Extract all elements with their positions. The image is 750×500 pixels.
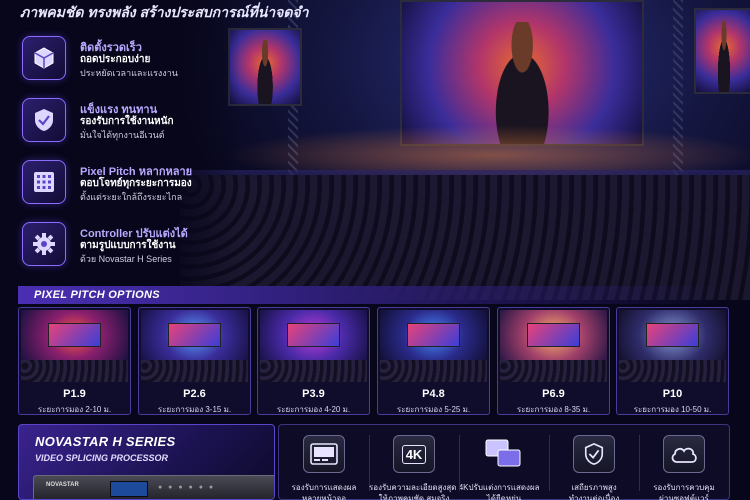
pitch-card-image	[500, 310, 607, 382]
pitch-card[interactable]: P2.6 ระยะการมอง 3-15 ม.	[138, 307, 251, 415]
crowd	[180, 175, 750, 300]
feature-pixel-pitch: Pixel Pitch หลากหลาย ตอบโจทย์ทุกระยะการม…	[22, 160, 222, 206]
feature-stability: เสถียรภาพสูง ทำงานต่อเนื่อง	[549, 425, 639, 500]
feature-subtitle: ถอดประกอบง่าย	[80, 54, 151, 65]
feature-line-2: ให้ภาพคมชัด สมจริง	[378, 494, 450, 500]
feature-multi-screen: รองรับการแสดงผล หลายหน้าจอ	[279, 425, 369, 500]
feature-software-control: รองรับการควบคุม ผ่านซอฟต์แวร์	[639, 425, 729, 500]
novastar-title: NOVASTAR H SERIES	[35, 434, 176, 449]
pitch-label: P1.9	[63, 388, 86, 400]
pitch-card[interactable]: P10 ระยะการมอง 10-50 ม.	[616, 307, 729, 415]
cloud-icon	[663, 435, 705, 473]
feature-desc: ด้วย Novastar H Series	[80, 254, 172, 264]
pitch-range: ระยะการมอง 2-10 ม.	[37, 405, 112, 414]
feature-subtitle: รองรับการใช้งานหนัก	[80, 116, 174, 127]
pitch-card[interactable]: P1.9 ระยะการมอง 2-10 ม.	[18, 307, 131, 415]
feature-quick-install: ติดตั้งรวดเร็ว ถอดประกอบง่าย ประหยัดเวลา…	[22, 36, 222, 82]
feature-flexible: ปรับแต่งการแสดงผล ได้ยืดหยุ่น	[459, 425, 549, 500]
pitch-label: P10	[662, 388, 683, 400]
device-brand: NOVASTAR	[46, 482, 79, 488]
gear-icon	[22, 222, 66, 266]
pitch-card-image	[260, 310, 367, 382]
shield-check-icon	[22, 98, 66, 142]
feature-4k: 4K รองรับความละเอียดสูงสุด 4K ให้ภาพคมชั…	[369, 425, 469, 500]
led-screen-right	[694, 8, 750, 94]
pitch-range: ระยะการมอง 8-35 ม.	[516, 405, 591, 414]
layers-icon	[483, 435, 525, 473]
pitch-label: P4.8	[422, 388, 445, 400]
pitch-label: P2.6	[183, 388, 206, 400]
feature-line-2: ทำงานต่อเนื่อง	[568, 494, 620, 500]
pitch-card-image	[141, 310, 248, 382]
feature-desc: มั่นใจได้ทุกงานอีเวนต์	[80, 130, 165, 140]
feature-subtitle: ตอบโจทย์ทุกระยะการมอง	[80, 178, 192, 189]
4k-icon: 4K	[393, 435, 435, 473]
pitch-range: ระยะการมอง 5-25 ม.	[396, 405, 471, 414]
pitch-card-image	[21, 310, 128, 382]
concert-hero-image	[180, 0, 750, 300]
pitch-card[interactable]: P4.8 ระยะการมอง 5-25 ม.	[377, 307, 490, 415]
screen-layout-icon	[303, 435, 345, 473]
pitch-card[interactable]: P3.9 ระยะการมอง 4-20 ม.	[257, 307, 370, 415]
pitch-card-image	[619, 310, 726, 382]
pitch-cards: P1.9 ระยะการมอง 2-10 ม. P2.6 ระยะการมอง …	[18, 307, 730, 415]
pitch-label: P6.9	[542, 388, 565, 400]
left-feature-panel: ภาพคมชัด ทรงพลัง สร้างประสบการณ์ที่น่าจด…	[0, 0, 309, 290]
pitch-range: ระยะการมอง 4-20 ม.	[276, 405, 351, 414]
pixel-grid-icon	[22, 160, 66, 204]
pitch-range: ระยะการมอง 10-50 ม.	[633, 405, 712, 414]
novastar-panel: NOVASTAR H SERIES VIDEO SPLICING PROCESS…	[18, 424, 275, 500]
feature-line-2: ผ่านซอฟต์แวร์	[659, 494, 709, 500]
4k-icon-text: 4K	[401, 444, 427, 464]
headline: ภาพคมชัด ทรงพลัง สร้างประสบการณ์ที่น่าจด…	[20, 4, 309, 20]
feature-desc: ประหยัดเวลาและแรงงาน	[80, 68, 178, 78]
cube-icon	[22, 36, 66, 80]
pitch-section-header: PIXEL PITCH OPTIONS	[18, 286, 730, 304]
feature-durable: แข็งแรง ทนทาน รองรับการใช้งานหนัก มั่นใจ…	[22, 98, 222, 144]
pitch-label: P3.9	[302, 388, 325, 400]
pitch-range: ระยะการมอง 3-15 ม.	[157, 405, 232, 414]
device-buttons: ● ● ● ● ● ●	[158, 484, 216, 491]
device-display	[110, 481, 148, 497]
feature-line-2: หลายหน้าจอ	[301, 494, 347, 500]
feature-line-2: ได้ยืดหยุ่น	[486, 494, 522, 500]
shield-check-icon	[573, 435, 615, 473]
processor-features: รองรับการแสดงผล หลายหน้าจอ 4K รองรับความ…	[278, 424, 730, 500]
feature-subtitle: ตามรูปแบบการใช้งาน	[80, 240, 176, 251]
pitch-card[interactable]: P6.9 ระยะการมอง 8-35 ม.	[497, 307, 610, 415]
feature-desc: ตั้งแต่ระยะใกล้ถึงระยะไกล	[80, 192, 183, 202]
pitch-card-image	[380, 310, 487, 382]
feature-controller: Controller ปรับแต่งได้ ตามรูปแบบการใช้งา…	[22, 222, 222, 268]
pitch-section-title: PIXEL PITCH OPTIONS	[34, 289, 160, 301]
video-processor-device: NOVASTAR ● ● ● ● ● ●	[33, 475, 274, 499]
novastar-subtitle: VIDEO SPLICING PROCESSOR	[35, 453, 169, 463]
